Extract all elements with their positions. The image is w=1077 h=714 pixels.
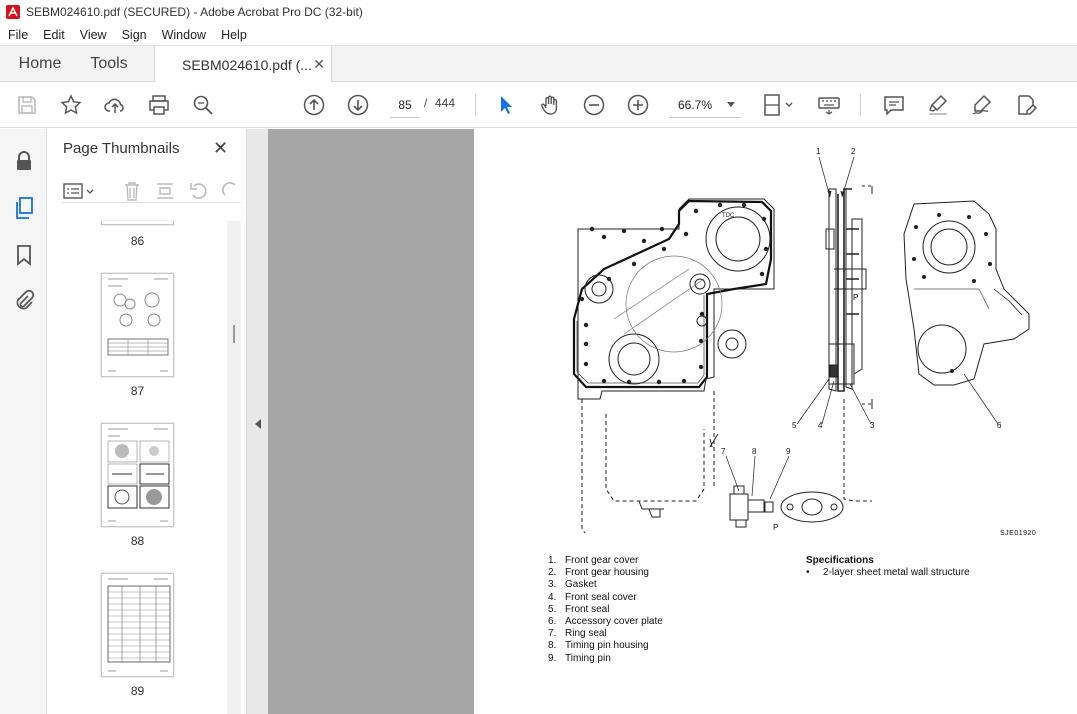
acrobat-logo-icon (6, 5, 20, 19)
specifications-heading: Specifications (806, 555, 874, 566)
page-layout-icon[interactable] (760, 92, 796, 118)
collapse-panel-arrow-icon[interactable] (255, 419, 261, 429)
thumbnail-options-bar (61, 179, 241, 203)
panel-splitter[interactable] (247, 129, 268, 714)
navigation-rail (0, 129, 47, 714)
draw-sign-icon[interactable] (969, 92, 995, 118)
window-title: SEBM024610.pdf (SECURED) - Adobe Acrobat… (26, 5, 363, 19)
select-cursor-icon[interactable] (493, 92, 519, 118)
legend-item: 9. Timing pin (548, 652, 611, 664)
bookmark-icon[interactable] (12, 243, 36, 267)
callout-8: 8 (752, 447, 757, 456)
callout-6: 6 (997, 421, 1002, 430)
tab-bar: Home Tools SEBM024610.pdf (... ✕ (0, 45, 1077, 83)
legend-item: 7. Ring seal (548, 628, 607, 640)
menu-file[interactable]: File (0, 28, 35, 42)
legend-item: 8. Timing pin housing (548, 640, 649, 652)
callout-p-detail: P (773, 523, 779, 532)
tab-home[interactable]: Home (6, 46, 74, 82)
toolbar-divider (860, 94, 861, 116)
panel-title: Page Thumbnails (63, 140, 180, 157)
specifications-block: Specifications • 2-layer sheet metal wall… (806, 555, 970, 579)
callout-7: 7 (721, 447, 726, 456)
svg-text:TDC: TDC (722, 213, 735, 219)
document-viewer-background (268, 129, 474, 714)
rotate-clockwise-icon[interactable] (221, 180, 239, 202)
lock-icon[interactable] (12, 149, 36, 173)
thumbnail-label: 86 (130, 234, 145, 248)
total-pages: 444 (435, 96, 456, 110)
specification-item: • 2-layer sheet metal wall structure (806, 567, 970, 579)
zoom-level-value: 66.7% (678, 97, 713, 112)
parts-legend: 1. Front gear cover 2. Front gear housing … (548, 555, 663, 665)
title-bar: SEBM024610.pdf (SECURED) - Adobe Acrobat… (0, 0, 1077, 24)
save-icon[interactable] (14, 92, 40, 118)
edit-pdf-icon[interactable] (1013, 92, 1039, 118)
close-tab-icon[interactable]: ✕ (313, 56, 325, 73)
thumbnail-page-87[interactable] (101, 273, 174, 377)
tab-document-label: SEBM024610.pdf (... (182, 56, 312, 73)
legend-item: 5. Front seal (548, 603, 610, 615)
menu-bar: File Edit View Sign Window Help (0, 24, 1077, 45)
hand-tool-icon[interactable] (537, 92, 563, 118)
callout-p-section: P (853, 293, 859, 302)
callout-4: 4 (818, 421, 823, 430)
legend-item: 2. Front gear housing (548, 567, 649, 579)
page-separator: / (424, 96, 428, 110)
thumbnail-preview (107, 278, 169, 372)
main-toolbar: 85 / 444 66.7% (0, 82, 1077, 128)
tab-document[interactable]: SEBM024610.pdf (... ✕ (154, 46, 332, 83)
menu-edit[interactable]: Edit (35, 28, 72, 42)
legend-item: 6. Accessory cover plate (548, 616, 663, 628)
thumbnail-page-89[interactable] (101, 573, 174, 677)
page-thumbnails-panel: Page Thumbnails ✕ 86 87 88 89 (47, 129, 247, 714)
print-icon[interactable] (146, 92, 172, 118)
callout-3: 3 (870, 421, 875, 430)
callout-2: 2 (851, 147, 856, 156)
close-panel-icon[interactable]: ✕ (213, 138, 228, 159)
callout-5: 5 (792, 421, 797, 430)
thumbnail-preview (107, 578, 171, 672)
options-menu-icon[interactable] (63, 181, 97, 201)
zoom-level-select[interactable]: 66.7% (669, 92, 741, 118)
upload-cloud-icon[interactable] (102, 92, 128, 118)
chevron-down-icon (727, 102, 735, 107)
legend-item: 3. Gasket (548, 579, 597, 591)
rotate-counterclockwise-icon[interactable] (188, 180, 210, 202)
menu-sign[interactable]: Sign (114, 28, 154, 42)
next-page-icon[interactable] (345, 92, 371, 118)
thumbnail-page-88[interactable] (101, 423, 174, 527)
menu-help[interactable]: Help (213, 28, 254, 42)
callout-1: 1 (816, 147, 821, 156)
menu-view[interactable]: View (72, 28, 114, 42)
toolbar-divider (475, 94, 476, 116)
thumbnail-scrollbar[interactable] (227, 221, 241, 714)
comment-icon[interactable] (881, 92, 907, 118)
legend-item: 1. Front gear cover (548, 555, 639, 566)
engine-gear-cover-drawing: TDC (572, 156, 1030, 534)
page-layout-icon[interactable] (154, 180, 176, 202)
highlight-pen-icon[interactable] (925, 92, 951, 118)
zoom-search-icon[interactable] (190, 92, 216, 118)
bookmark-star-icon[interactable] (58, 92, 84, 118)
delete-page-icon[interactable] (121, 180, 143, 202)
zoom-out-icon[interactable] (581, 92, 607, 118)
attachment-paperclip-icon[interactable] (12, 289, 36, 313)
page-number-input[interactable]: 85 (390, 92, 420, 118)
thumbnail-preview (107, 428, 170, 522)
callout-9: 9 (786, 447, 791, 456)
legend-item: 4. Front seal cover (548, 591, 637, 603)
thumbnail-page-86[interactable] (101, 221, 174, 225)
figure-code: SJE01920 (1000, 530, 1037, 537)
thumbnail-label: 89 (130, 684, 145, 698)
previous-page-icon[interactable] (301, 92, 327, 118)
scrollbar-handle[interactable] (233, 325, 235, 343)
zoom-in-icon[interactable] (625, 92, 651, 118)
keyboard-icon[interactable] (816, 92, 842, 118)
menu-window[interactable]: Window (154, 28, 213, 42)
thumbnail-label: 88 (130, 534, 145, 548)
thumbnail-label: 87 (130, 384, 145, 398)
page-thumbnails-icon[interactable] (12, 196, 36, 220)
tab-tools[interactable]: Tools (78, 46, 140, 82)
